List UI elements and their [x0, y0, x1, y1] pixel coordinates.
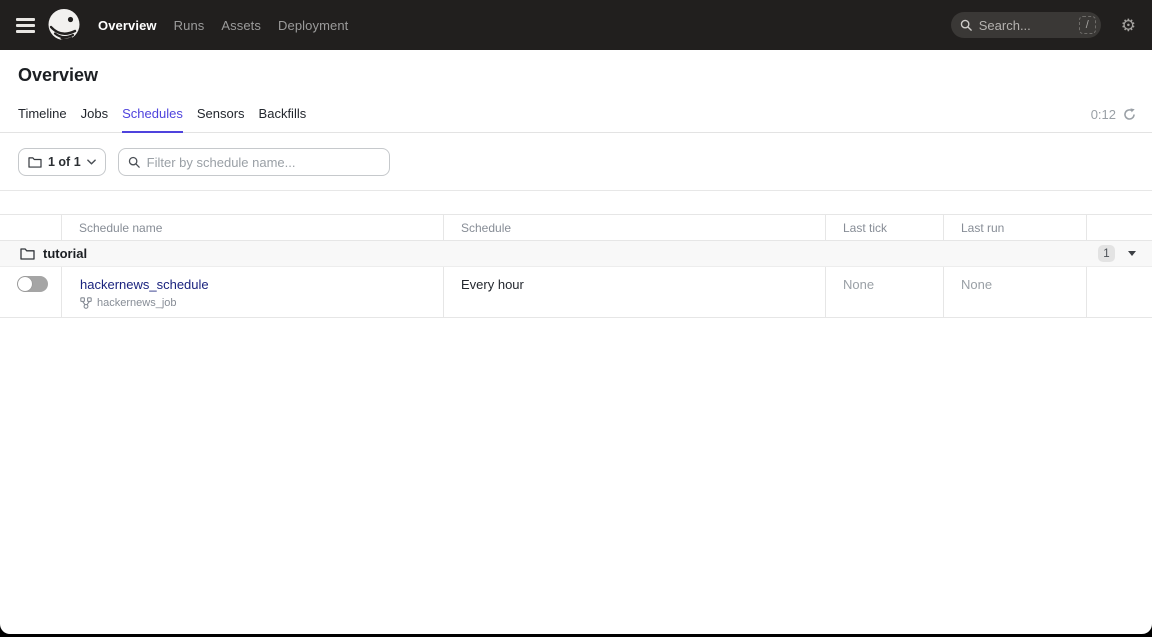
schedule-name-cell: hackernews_schedule hackernews_job: [62, 267, 444, 317]
nav-item-assets[interactable]: Assets: [221, 18, 261, 33]
group-name: tutorial: [43, 246, 87, 261]
toggle-knob: [18, 277, 32, 291]
tab-timeline[interactable]: Timeline: [18, 97, 67, 132]
search-icon: [960, 19, 972, 31]
table-row: hackernews_schedule hackernews_job Every…: [0, 267, 1152, 318]
dagster-app-window: Overview Runs Assets Deployment / ⚙ Over…: [0, 0, 1152, 634]
caret-down-icon[interactable]: [1128, 251, 1136, 256]
toggle-cell: [0, 267, 62, 317]
search-shortcut-badge: /: [1079, 16, 1096, 34]
schedule-name-link[interactable]: hackernews_schedule: [80, 277, 209, 292]
nav-items: Overview Runs Assets Deployment: [98, 18, 348, 33]
dagster-logo-icon[interactable]: [46, 7, 82, 43]
job-name[interactable]: hackernews_job: [97, 297, 177, 309]
screen: Overview Runs Assets Deployment / ⚙ Over…: [0, 0, 1152, 637]
tab-schedules[interactable]: Schedules: [122, 97, 183, 132]
top-nav: Overview Runs Assets Deployment / ⚙: [0, 0, 1152, 50]
schedule-toggle[interactable]: [17, 276, 48, 292]
tabs-row: Timeline Jobs Schedules Sensors Backfill…: [0, 97, 1152, 133]
job-graph-icon: [80, 297, 92, 309]
col-last-tick: Last tick: [826, 215, 944, 240]
last-run-cell: None: [944, 267, 1087, 317]
page-header: Overview: [0, 50, 1152, 86]
col-schedule-name: Schedule name: [62, 215, 444, 240]
spacer: [0, 191, 1152, 214]
menu-icon[interactable]: [16, 14, 35, 37]
repo-selector-button[interactable]: 1 of 1: [18, 148, 106, 176]
col-last-run: Last run: [944, 215, 1087, 240]
schedule-filter-input[interactable]: [147, 155, 380, 170]
group-row-tutorial[interactable]: tutorial 1: [0, 241, 1152, 267]
repo-selector-label: 1 of 1: [48, 155, 81, 169]
actions-cell: [1087, 267, 1152, 317]
nav-item-deployment[interactable]: Deployment: [278, 18, 348, 33]
nav-item-overview[interactable]: Overview: [98, 18, 157, 33]
group-count-badge: 1: [1098, 245, 1115, 262]
folder-icon: [28, 156, 42, 168]
col-actions: [1087, 215, 1152, 240]
refresh-countdown: 0:12: [1091, 107, 1116, 122]
schedules-table: Schedule name Schedule Last tick Last ru…: [0, 214, 1152, 318]
tab-jobs[interactable]: Jobs: [81, 97, 108, 132]
tab-backfills[interactable]: Backfills: [259, 97, 307, 132]
folder-icon: [20, 247, 35, 260]
search-icon: [128, 156, 140, 168]
page-title: Overview: [18, 65, 1134, 86]
search-input[interactable]: [979, 18, 1079, 33]
table-header-row: Schedule name Schedule Last tick Last ru…: [0, 214, 1152, 241]
job-line: hackernews_job: [80, 297, 443, 309]
col-schedule: Schedule: [444, 215, 826, 240]
chevron-down-icon: [87, 159, 96, 165]
global-search[interactable]: /: [951, 12, 1101, 38]
filter-bar: 1 of 1: [0, 133, 1152, 191]
last-tick-cell: None: [826, 267, 944, 317]
schedule-filter[interactable]: [118, 148, 390, 176]
gear-icon[interactable]: ⚙: [1121, 17, 1136, 34]
nav-item-runs[interactable]: Runs: [174, 18, 205, 33]
col-toggle: [0, 215, 62, 240]
refresh-icon[interactable]: [1123, 108, 1136, 121]
schedule-cron-cell: Every hour: [444, 267, 826, 317]
tab-sensors[interactable]: Sensors: [197, 97, 245, 132]
refresh-area: 0:12: [1091, 107, 1136, 122]
